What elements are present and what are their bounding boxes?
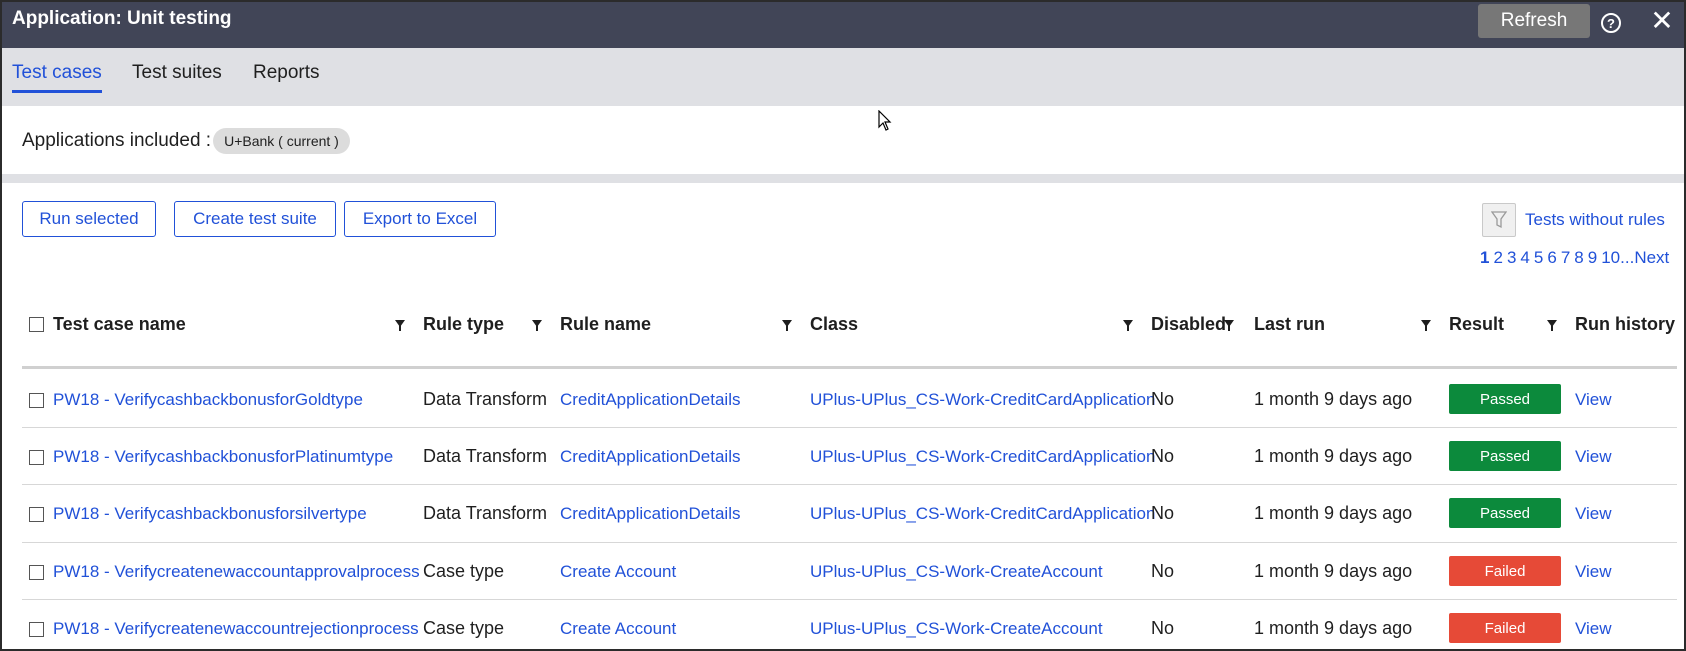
tests-without-rules-link[interactable]: Tests without rules xyxy=(1525,210,1665,230)
filter-icon[interactable] xyxy=(532,320,542,331)
last-run-cell: 1 month 9 days ago xyxy=(1254,389,1413,409)
disabled-cell: No xyxy=(1151,503,1175,523)
row-divider xyxy=(22,484,1677,485)
applications-included: Applications included : U+Bank ( current… xyxy=(22,128,350,154)
row-checkbox[interactable] xyxy=(29,565,44,580)
column-header-test-case-name[interactable]: Test case name xyxy=(53,314,186,335)
application-pill: U+Bank ( current ) xyxy=(213,128,350,154)
last-run-cell: 1 month 9 days ago xyxy=(1254,561,1413,581)
funnel-icon xyxy=(1491,211,1507,229)
column-header-result[interactable]: Result xyxy=(1449,314,1504,335)
last-run-cell: 1 month 9 days ago xyxy=(1254,618,1413,638)
status-badge: Failed xyxy=(1449,613,1561,643)
column-header-last-run[interactable]: Last run xyxy=(1254,314,1325,335)
tab-bar: Test cases Test suites Reports xyxy=(2,48,1684,106)
filter-icon[interactable] xyxy=(1123,320,1133,331)
help-icon[interactable]: ? xyxy=(1601,13,1621,33)
window-title: Application: Unit testing xyxy=(12,8,232,29)
disabled-cell: No xyxy=(1151,561,1175,581)
rule-name-link[interactable]: CreditApplicationDetails xyxy=(560,390,740,410)
last-run-cell: 1 month 9 days ago xyxy=(1254,503,1413,523)
column-header-rule-type[interactable]: Rule type xyxy=(423,314,504,335)
class-link[interactable]: UPlus-UPlus_CS-Work-CreateAccount xyxy=(810,562,1103,582)
page-link[interactable]: 2 xyxy=(1493,248,1502,268)
rule-type-cell: Data Transform xyxy=(423,503,548,523)
status-badge: Passed xyxy=(1449,384,1561,414)
test-case-name-link[interactable]: PW18 - Verifycreatenewaccountapprovalpro… xyxy=(53,562,420,582)
rule-name-link[interactable]: Create Account xyxy=(560,562,676,582)
pagination: 1 2 3 4 5 6 7 8 9 10... Next xyxy=(1480,248,1669,268)
filter-icon[interactable] xyxy=(1547,320,1557,331)
row-checkbox[interactable] xyxy=(29,507,44,522)
title-bar: Application: Unit testing Refresh ? ✕ xyxy=(2,2,1684,48)
class-link[interactable]: UPlus-UPlus_CS-Work-CreditCardApplicatio… xyxy=(810,447,1155,467)
last-run-cell: 1 month 9 days ago xyxy=(1254,446,1413,466)
rule-type-cell: Case type xyxy=(423,561,505,581)
row-divider xyxy=(22,599,1677,600)
class-link[interactable]: UPlus-UPlus_CS-Work-CreditCardApplicatio… xyxy=(810,504,1155,524)
disabled-cell: No xyxy=(1151,618,1175,638)
export-to-excel-button[interactable]: Export to Excel xyxy=(344,201,496,237)
class-link[interactable]: UPlus-UPlus_CS-Work-CreateAccount xyxy=(810,619,1103,639)
test-case-name-link[interactable]: PW18 - VerifycashbackbonusforPlatinumtyp… xyxy=(53,447,393,467)
refresh-button[interactable]: Refresh xyxy=(1478,4,1590,38)
status-badge: Failed xyxy=(1449,556,1561,586)
page-link[interactable]: 6 xyxy=(1547,248,1556,268)
filter-icon[interactable] xyxy=(782,320,792,331)
column-header-rule-name[interactable]: Rule name xyxy=(560,314,651,335)
applications-label: Applications included : xyxy=(22,130,212,151)
row-divider xyxy=(22,427,1677,428)
test-case-name-link[interactable]: PW18 - VerifycashbackbonusforGoldtype xyxy=(53,390,363,410)
disabled-cell: No xyxy=(1151,389,1175,409)
page-current[interactable]: 1 xyxy=(1480,248,1489,268)
rule-name-link[interactable]: Create Account xyxy=(560,619,676,639)
page-link[interactable]: 10... xyxy=(1601,248,1634,268)
page-link[interactable]: 5 xyxy=(1534,248,1543,268)
run-history-view-link[interactable]: View xyxy=(1575,504,1612,524)
rule-name-link[interactable]: CreditApplicationDetails xyxy=(560,504,740,524)
test-case-name-link[interactable]: PW18 - Verifycashbackbonusforsilvertype xyxy=(53,504,367,524)
run-history-view-link[interactable]: View xyxy=(1575,390,1612,410)
section-divider xyxy=(2,174,1684,183)
row-checkbox[interactable] xyxy=(29,622,44,637)
rule-type-cell: Data Transform xyxy=(423,389,548,409)
page-link[interactable]: 7 xyxy=(1561,248,1570,268)
run-history-view-link[interactable]: View xyxy=(1575,447,1612,467)
next-page-link[interactable]: Next xyxy=(1634,248,1669,268)
row-divider xyxy=(22,542,1677,543)
page-link[interactable]: 9 xyxy=(1588,248,1597,268)
mouse-cursor-icon xyxy=(878,110,892,131)
run-selected-button[interactable]: Run selected xyxy=(22,201,156,237)
table-header-divider xyxy=(22,366,1677,369)
row-checkbox[interactable] xyxy=(29,393,44,408)
tab-test-cases[interactable]: Test cases xyxy=(12,62,102,93)
filter-icon[interactable] xyxy=(395,320,405,331)
disabled-cell: No xyxy=(1151,446,1175,466)
close-icon[interactable]: ✕ xyxy=(1650,7,1674,35)
class-link[interactable]: UPlus-UPlus_CS-Work-CreditCardApplicatio… xyxy=(810,390,1155,410)
select-all-checkbox[interactable] xyxy=(29,317,44,332)
column-header-run-history: Run history xyxy=(1575,314,1676,334)
page-link[interactable]: 8 xyxy=(1574,248,1583,268)
tab-test-suites[interactable]: Test suites xyxy=(132,62,222,90)
column-header-disabled[interactable]: Disabled xyxy=(1151,314,1226,335)
page-link[interactable]: 4 xyxy=(1520,248,1529,268)
rule-type-cell: Data Transform xyxy=(423,446,548,466)
filter-icon[interactable] xyxy=(1421,320,1431,331)
rule-name-link[interactable]: CreditApplicationDetails xyxy=(560,447,740,467)
create-test-suite-button[interactable]: Create test suite xyxy=(174,201,336,237)
unit-testing-window: Application: Unit testing Refresh ? ✕ Te… xyxy=(0,0,1686,651)
page-link[interactable]: 3 xyxy=(1507,248,1516,268)
row-checkbox[interactable] xyxy=(29,450,44,465)
filter-icon[interactable] xyxy=(1224,320,1234,331)
test-case-name-link[interactable]: PW18 - Verifycreatenewaccountrejectionpr… xyxy=(53,619,419,639)
run-history-view-link[interactable]: View xyxy=(1575,562,1612,582)
run-history-view-link[interactable]: View xyxy=(1575,619,1612,639)
filter-toggle[interactable] xyxy=(1482,203,1516,237)
column-header-class[interactable]: Class xyxy=(810,314,858,335)
status-badge: Passed xyxy=(1449,498,1561,528)
tab-reports[interactable]: Reports xyxy=(253,62,320,90)
status-badge: Passed xyxy=(1449,441,1561,471)
rule-type-cell: Case type xyxy=(423,618,505,638)
